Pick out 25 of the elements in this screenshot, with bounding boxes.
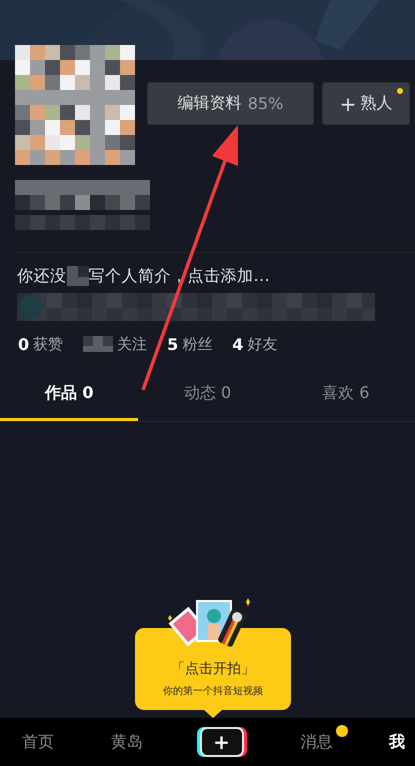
stat-count: 4 bbox=[232, 334, 244, 354]
stat-count: 0 bbox=[18, 334, 30, 354]
completion-percent: 85% bbox=[248, 94, 284, 113]
pixelated-text bbox=[66, 266, 88, 286]
pixelated-text bbox=[83, 336, 114, 352]
stat-label[interactable]: 关注 bbox=[117, 334, 148, 354]
edit-profile-button[interactable]: 编辑资料 85% bbox=[147, 82, 314, 125]
stat-label[interactable]: 粉丝 bbox=[182, 334, 212, 354]
stat-label[interactable]: 好友 bbox=[247, 334, 278, 354]
shoot-tooltip[interactable]: 「点击开拍」 你的第一个抖音短视频 bbox=[135, 628, 291, 710]
acquaintance-button[interactable]: + 熟人 bbox=[322, 82, 410, 125]
tooltip-tail-icon bbox=[204, 710, 222, 718]
nav-tab[interactable]: 首页 bbox=[22, 732, 54, 752]
stat-label[interactable]: 获赞 bbox=[33, 334, 64, 354]
bio-prompt-text[interactable]: 你还没 bbox=[17, 266, 66, 286]
nav-tab[interactable]: 黄岛 bbox=[110, 732, 143, 752]
nav-tab[interactable]: 我 bbox=[389, 732, 405, 752]
profile-tab[interactable]: 动态 0 bbox=[138, 369, 277, 421]
profile-tab[interactable]: 喜欢 6 bbox=[276, 369, 415, 421]
tooltip-title: 「点击开拍」 bbox=[171, 660, 255, 678]
stat-count: 5 bbox=[167, 334, 178, 354]
nav-tab[interactable]: 消息 bbox=[300, 732, 332, 752]
bio-prompt-text[interactable]: 写个人简介，点击添加... bbox=[88, 266, 270, 286]
tooltip-subtitle: 你的第一个抖音短视频 bbox=[163, 684, 263, 698]
profile-tab[interactable]: 作品 0 bbox=[0, 369, 138, 421]
